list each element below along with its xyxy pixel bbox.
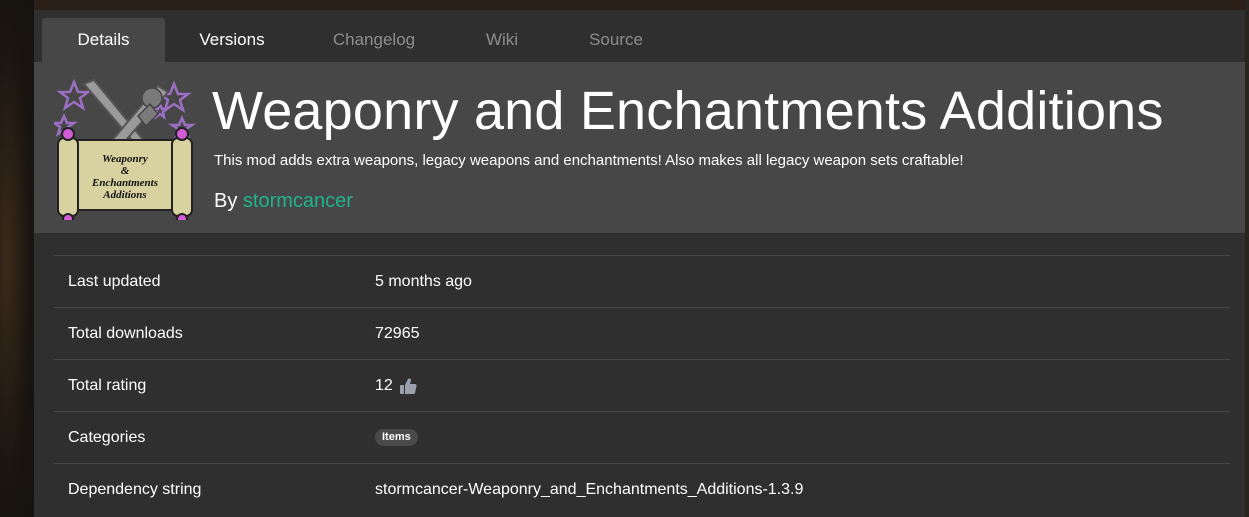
logo-line-3: Enchantments <box>91 177 158 189</box>
thumbs-up-icon[interactable] <box>399 377 417 395</box>
row-label: Dependency string <box>68 481 202 498</box>
row-value: Items <box>375 412 418 463</box>
category-badge-items[interactable]: Items <box>375 429 418 446</box>
mod-panel: Details Versions Changelog Wiki Source W… <box>34 10 1245 517</box>
logo-line-1: Weaponry <box>102 153 148 165</box>
tab-versions[interactable]: Versions <box>184 18 280 62</box>
downloads-value: 72965 <box>375 325 420 342</box>
dependency-string-value[interactable]: stormcancer-Weaponry_and_Enchantments_Ad… <box>375 464 803 515</box>
background-left <box>0 0 34 517</box>
rating-value: 12 <box>375 377 393 394</box>
row-value: 12 <box>375 360 417 411</box>
last-updated-value: 5 months ago <box>375 273 472 290</box>
logo-line-2: & <box>121 165 130 177</box>
row-label: Total rating <box>68 377 147 394</box>
table-row-categories: Categories Items <box>54 411 1230 463</box>
row-label: Categories <box>68 429 146 446</box>
tab-wiki[interactable]: Wiki <box>472 18 532 62</box>
row-value: 72965 <box>375 308 420 359</box>
by-label: By <box>214 190 238 212</box>
row-label: Last updated <box>68 273 161 290</box>
table-row-last-updated: Last updated 5 months ago <box>54 255 1230 307</box>
tab-source[interactable]: Source <box>578 18 654 62</box>
details-table: Last updated 5 months ago Total download… <box>54 255 1230 515</box>
tab-details[interactable]: Details <box>42 18 165 62</box>
background-right <box>1245 0 1249 517</box>
table-row-total-rating: Total rating 12 <box>54 359 1230 411</box>
table-row-dependency-string: Dependency string stormcancer-Weaponry_a… <box>54 463 1230 515</box>
mod-header: Weaponry & Enchantments Additions Weapon… <box>34 62 1245 233</box>
mod-title: Weaponry and Enchantments Additions <box>212 81 1164 141</box>
row-label: Total downloads <box>68 325 183 342</box>
tab-changelog[interactable]: Changelog <box>319 18 429 62</box>
tab-bar: Details Versions Changelog Wiki Source <box>34 10 1245 62</box>
row-value: 5 months ago <box>375 256 472 307</box>
table-row-total-downloads: Total downloads 72965 <box>54 307 1230 359</box>
author-link[interactable]: stormcancer <box>243 190 353 212</box>
mod-byline: By stormcancer <box>214 190 353 213</box>
row-value: stormcancer-Weaponry_and_Enchantments_Ad… <box>375 464 803 515</box>
mod-logo: Weaponry & Enchantments Additions <box>54 78 196 220</box>
mod-description: This mod adds extra weapons, legacy weap… <box>214 152 964 169</box>
logo-line-4: Additions <box>102 189 146 201</box>
